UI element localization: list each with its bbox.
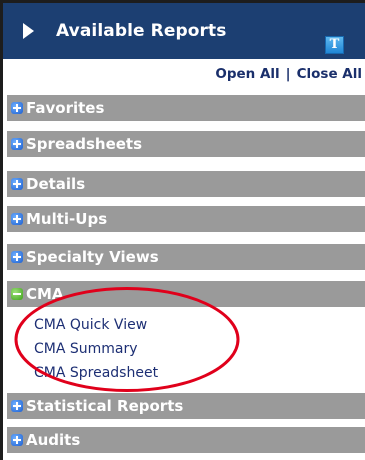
panel-header[interactable]: Available Reports T [3, 3, 365, 59]
expand-plus-icon[interactable] [11, 102, 23, 114]
section-title: Statistical Reports [26, 397, 184, 415]
panel-title: Available Reports [56, 21, 227, 41]
expand-plus-icon[interactable] [11, 400, 23, 412]
report-link-cma-quick-view[interactable]: CMA Quick View [34, 317, 147, 333]
section-favorites[interactable]: Favorites [7, 95, 365, 123]
collapse-minus-icon[interactable] [11, 288, 23, 300]
section-statistical-reports[interactable]: Statistical Reports [7, 393, 365, 421]
report-link-cma-summary[interactable]: CMA Summary [34, 341, 138, 357]
open-all-link[interactable]: Open All [215, 66, 279, 82]
close-all-link[interactable]: Close All [297, 66, 362, 82]
section-title: Favorites [26, 99, 105, 117]
collapse-arrow-icon[interactable] [23, 23, 34, 39]
section-title: Multi-Ups [26, 210, 108, 228]
section-specialty-views[interactable]: Specialty Views [7, 244, 365, 272]
expand-plus-icon[interactable] [11, 178, 23, 190]
section-details[interactable]: Details [7, 171, 365, 199]
open-close-controls: Open All | Close All [215, 66, 362, 82]
expand-plus-icon[interactable] [11, 251, 23, 263]
section-title: Spreadsheets [26, 135, 143, 153]
separator: | [285, 66, 291, 82]
help-button[interactable]: T [325, 36, 344, 54]
report-link-cma-spreadsheet[interactable]: CMA Spreadsheet [34, 365, 158, 381]
expand-plus-icon[interactable] [11, 138, 23, 150]
section-title: CMA [26, 285, 64, 303]
frame-left-border [0, 0, 3, 460]
section-spreadsheets[interactable]: Spreadsheets [7, 131, 365, 159]
expand-plus-icon[interactable] [11, 213, 23, 225]
section-audits[interactable]: Audits [7, 427, 365, 455]
section-multi-ups[interactable]: Multi-Ups [7, 206, 365, 234]
expand-plus-icon[interactable] [11, 434, 23, 446]
section-cma[interactable]: CMA [7, 281, 365, 309]
section-title: Details [26, 175, 86, 193]
section-title: Specialty Views [26, 248, 159, 266]
available-reports-panel: Available Reports T Open All | Close All F… [0, 0, 365, 460]
section-title: Audits [26, 431, 81, 449]
